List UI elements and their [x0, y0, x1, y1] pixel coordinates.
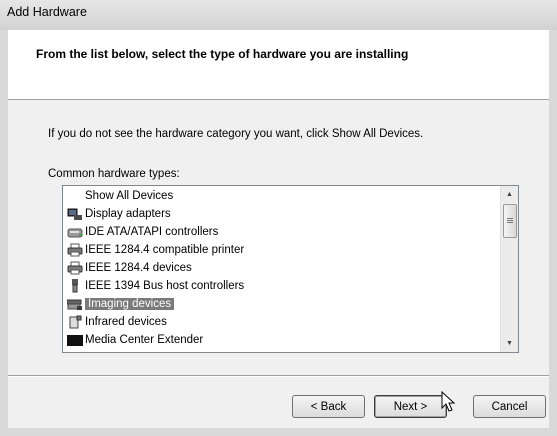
list-item-ieee-compatible-printer[interactable]: IEEE 1284.4 compatible printer — [67, 241, 244, 259]
window-title: Add Hardware — [7, 5, 87, 19]
scroll-down-arrow-icon[interactable]: ▼ — [501, 335, 518, 352]
window-frame-right — [549, 30, 557, 436]
instruction-text: If you do not see the hardware category … — [48, 128, 424, 140]
list-label: Common hardware types: — [48, 168, 180, 180]
blank-icon — [67, 189, 83, 203]
page-heading: From the list below, select the type of … — [36, 47, 409, 61]
scrollbar-thumb[interactable] — [503, 204, 517, 238]
infrared-icon — [67, 315, 83, 329]
list-item-show-all-devices[interactable]: Show All Devices — [67, 187, 173, 205]
cancel-button[interactable]: Cancel — [473, 395, 546, 418]
list-item-imaging-devices[interactable]: Imaging devices — [66, 295, 175, 313]
mouse-pointer-icon — [441, 391, 456, 412]
list-item-label: Show All Devices — [85, 190, 174, 202]
display-adapter-icon — [67, 207, 83, 221]
scanner-icon — [66, 297, 83, 311]
window-frame-left — [0, 30, 8, 436]
ide-controller-icon — [67, 225, 83, 239]
list-item-display-adapters[interactable]: Display adapters — [67, 205, 171, 223]
grip-icon — [507, 218, 513, 219]
list-item-label: Display adapters — [85, 208, 171, 220]
media-center-icon — [67, 333, 83, 347]
window-frame-bottom — [0, 428, 557, 436]
add-hardware-window: Add Hardware From the list below, select… — [0, 0, 557, 436]
title-bar[interactable]: Add Hardware — [0, 0, 557, 30]
next-button[interactable]: Next > — [374, 395, 447, 418]
printer-icon — [67, 243, 83, 257]
scroll-up-arrow-icon[interactable]: ▲ — [501, 186, 518, 203]
list-item-label: Media Center Extender — [85, 334, 204, 346]
list-item-ieee1394-controllers[interactable]: IEEE 1394 Bus host controllers — [67, 277, 244, 295]
back-button[interactable]: < Back — [292, 395, 365, 418]
ieee1394-icon — [67, 279, 83, 293]
list-item-ieee-devices[interactable]: IEEE 1284.4 devices — [67, 259, 192, 277]
list-item-ide-controllers[interactable]: IDE ATA/ATAPI controllers — [67, 223, 218, 241]
wizard-header: From the list below, select the type of … — [8, 30, 549, 100]
list-item-label: IDE ATA/ATAPI controllers — [85, 226, 219, 238]
hardware-types-list[interactable]: Show All Devices Display adapters IDE AT… — [62, 185, 519, 353]
wizard-content: From the list below, select the type of … — [8, 30, 549, 428]
list-item-media-center-extender[interactable]: Media Center Extender — [67, 331, 203, 349]
list-item-label: IEEE 1394 Bus host controllers — [85, 280, 245, 292]
button-separator — [8, 375, 549, 376]
list-item-label: Infrared devices — [85, 316, 167, 328]
list-item-label: Imaging devices — [85, 298, 175, 310]
list-item-label: IEEE 1284.4 devices — [85, 262, 192, 274]
printer-icon — [67, 261, 83, 275]
list-scrollbar[interactable]: ▲ ▼ — [500, 186, 518, 352]
list-item-label: IEEE 1284.4 compatible printer — [85, 244, 245, 256]
list-item-infrared-devices[interactable]: Infrared devices — [67, 313, 167, 331]
